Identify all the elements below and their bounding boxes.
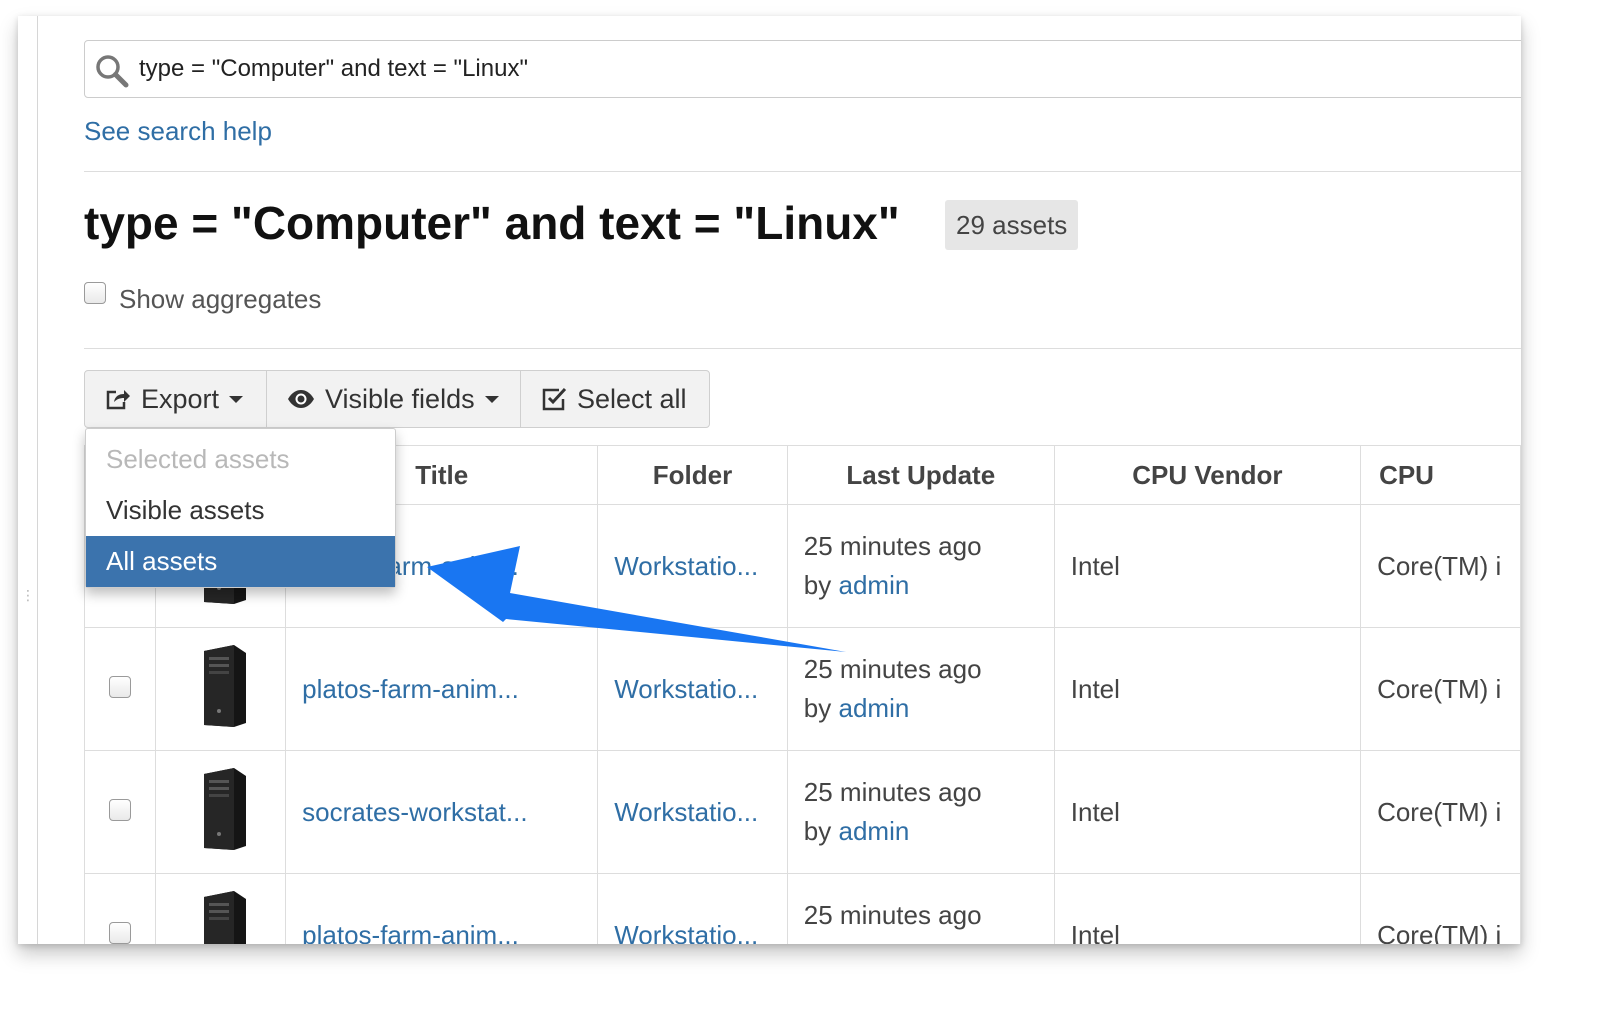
cpu-vendor-value: Intel <box>1070 673 1120 704</box>
row-select-cell <box>83 873 157 944</box>
row-cpu-cell: Core(TM) i <box>1360 750 1521 874</box>
eye-icon <box>288 390 314 408</box>
row-title-cell: socrates-workstat... <box>285 750 599 874</box>
by-prefix: by <box>803 570 832 600</box>
row-title-cell: platos-farm-anim... <box>285 627 599 751</box>
table-row: platos-farm-anim... Workstatio... 25 min… <box>83 627 1521 751</box>
user-link[interactable]: admin <box>838 816 909 846</box>
folder-link[interactable]: Workstatio... <box>614 920 758 945</box>
user-link[interactable]: admin <box>838 939 909 944</box>
export-label: Export <box>141 383 220 414</box>
last-update-time: 25 minutes ago <box>803 654 982 684</box>
row-checkbox[interactable] <box>109 675 132 698</box>
last-update-time: 25 minutes ago <box>803 900 982 930</box>
row-cpu-vendor-cell: Intel <box>1053 750 1362 874</box>
user-link[interactable]: admin <box>838 693 909 723</box>
asset-title-link[interactable]: platos-farm-anim... <box>302 674 519 704</box>
row-select-cell <box>83 627 157 751</box>
row-cpu-cell: Core(TM) i <box>1360 504 1521 628</box>
row-checkbox[interactable] <box>109 921 132 944</box>
cpu-value: Core(TM) i <box>1377 550 1502 581</box>
app-window: ⋮ See search help type = "Computer" and … <box>18 16 1521 944</box>
show-aggregates-label[interactable]: Show aggregates <box>119 282 321 316</box>
folder-link[interactable]: Workstatio... <box>614 674 758 704</box>
visible-fields-button[interactable]: Visible fields <box>266 370 521 428</box>
asset-title-link[interactable]: platos-farm-anim... <box>302 920 519 945</box>
check-square-icon <box>542 387 567 411</box>
row-folder-cell: Workstatio... <box>597 750 788 874</box>
cpu-vendor-value: Intel <box>1070 550 1120 581</box>
cpu-value: Core(TM) i <box>1377 673 1502 704</box>
chevron-down-icon <box>484 395 499 403</box>
toolbar: Export Visible fields Select all <box>84 370 710 428</box>
column-header-cpu-vendor[interactable]: CPU Vendor <box>1053 445 1362 505</box>
select-all-label: Select all <box>577 383 687 414</box>
computer-tower-icon[interactable] <box>190 889 252 945</box>
row-cpu-cell: Core(TM) i <box>1360 627 1521 751</box>
menu-item-selected-assets: Selected assets <box>106 444 290 474</box>
row-checkbox[interactable] <box>109 798 132 821</box>
search-help-link[interactable]: See search help <box>84 116 272 147</box>
computer-tower-icon[interactable] <box>190 643 252 729</box>
cpu-vendor-value: Intel <box>1070 919 1120 945</box>
show-aggregates-checkbox[interactable] <box>84 282 106 304</box>
folder-link[interactable]: Workstatio... <box>614 551 758 581</box>
column-header-folder[interactable]: Folder <box>597 445 788 505</box>
row-image-cell <box>155 750 287 874</box>
cpu-vendor-value: Intel <box>1070 796 1120 827</box>
divider <box>84 348 1521 349</box>
cpu-value: Core(TM) i <box>1377 796 1502 827</box>
row-title-cell: platos-farm-anim... <box>285 873 599 945</box>
divider <box>84 171 1521 172</box>
resize-handle[interactable]: ⋮ <box>21 588 35 614</box>
select-all-button[interactable]: Select all <box>520 370 710 428</box>
search-icon <box>96 55 129 88</box>
row-folder-cell: Workstatio... <box>597 627 788 751</box>
computer-tower-icon[interactable] <box>190 766 252 852</box>
cpu-value: Core(TM) i <box>1377 919 1502 945</box>
column-header-last-update[interactable]: Last Update <box>786 445 1055 505</box>
table-row: platos-farm-anim... Workstatio... 25 min… <box>83 873 1521 945</box>
asset-count-badge: 29 assets <box>945 200 1079 250</box>
row-select-cell <box>83 750 157 874</box>
last-update-user-line: by admin <box>804 689 1038 728</box>
row-last-update-cell: 25 minutes ago by admin <box>786 750 1055 874</box>
row-image-cell <box>155 627 287 751</box>
last-update-user-line: by admin <box>804 566 1038 605</box>
asset-title-link[interactable]: socrates-workstat... <box>302 797 527 827</box>
row-last-update-cell: 25 minutes ago by admin <box>786 504 1055 628</box>
menu-item-visible-assets[interactable]: Visible assets <box>86 485 395 536</box>
page-title: type = "Computer" and text = "Linux" <box>84 197 900 249</box>
export-dropdown-menu: Selected assets Visible assets All asset… <box>85 428 396 588</box>
by-prefix: by <box>804 939 831 944</box>
search-input[interactable] <box>139 41 1521 97</box>
sidebar-divider <box>37 16 38 944</box>
row-cpu-vendor-cell: Intel <box>1053 873 1362 945</box>
last-update-time: 25 minutes ago <box>803 531 982 561</box>
row-image-cell <box>155 873 287 945</box>
row-last-update-cell: 25 minutes ago by admin <box>786 873 1055 944</box>
by-prefix: by <box>803 816 832 846</box>
user-link[interactable]: admin <box>838 570 909 600</box>
row-folder-cell: Workstatio... <box>597 504 788 628</box>
menu-item-all-assets[interactable]: All assets <box>86 536 395 587</box>
last-update-time: 25 minutes ago <box>803 777 982 807</box>
row-folder-cell: Workstatio... <box>597 873 788 945</box>
last-update-user-line: by admin <box>804 935 1038 944</box>
by-prefix: by <box>803 693 832 723</box>
table-row: socrates-workstat... Workstatio... 25 mi… <box>83 750 1521 874</box>
row-cpu-cell: Core(TM) i <box>1360 873 1521 945</box>
last-update-user-line: by admin <box>804 812 1038 851</box>
row-cpu-vendor-cell: Intel <box>1053 627 1362 751</box>
column-header-cpu[interactable]: CPU <box>1360 445 1521 505</box>
export-button[interactable]: Export <box>84 370 267 428</box>
visible-fields-label: Visible fields <box>325 383 475 414</box>
row-last-update-cell: 25 minutes ago by admin <box>786 627 1055 751</box>
search-box[interactable] <box>84 40 1521 98</box>
chevron-down-icon <box>229 395 244 403</box>
folder-link[interactable]: Workstatio... <box>614 797 758 827</box>
share-icon <box>106 390 130 410</box>
row-cpu-vendor-cell: Intel <box>1053 504 1362 628</box>
